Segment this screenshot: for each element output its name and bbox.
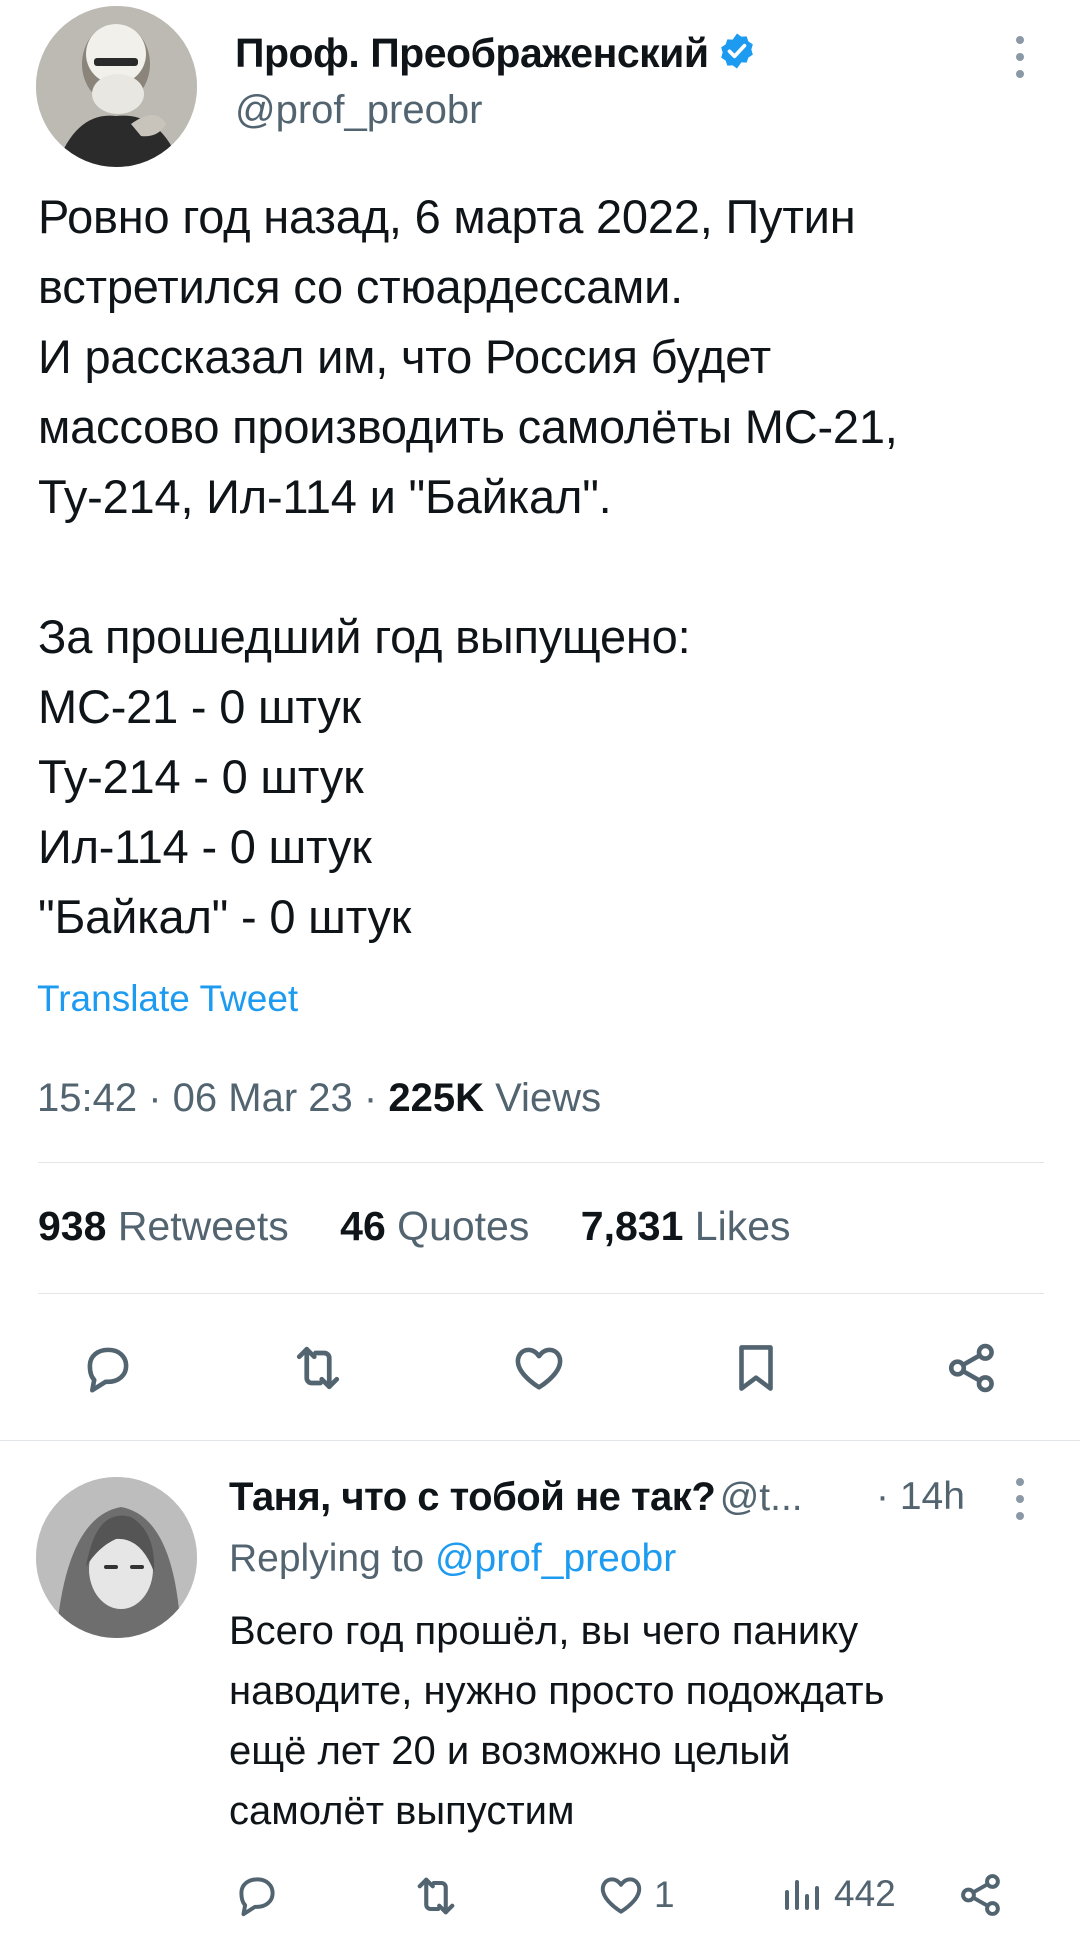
like-button[interactable] [503,1338,575,1398]
views-label: Views [495,1076,602,1120]
meta-separator: · [363,1076,389,1120]
reply-like-count: 1 [654,1874,675,1915]
reply-retweet-button[interactable] [410,1870,462,1922]
replying-to-label: Replying to [229,1537,425,1580]
tweet-meta: 15:42 · 06 Mar 23 · 225K Views [37,1076,601,1121]
verified-badge-icon [717,31,757,81]
reply-author-name[interactable]: Таня, что с тобой не так? [229,1475,716,1519]
tweet-time[interactable]: 15:42 [37,1076,137,1120]
more-options-icon[interactable] [1016,36,1028,78]
quotes-label: Quotes [397,1203,530,1249]
reply-header: Таня, что с тобой не так? @t... [229,1475,803,1520]
author-handle[interactable]: @prof_preobr [235,88,482,133]
retweets-count: 938 [38,1203,107,1249]
reply-views-count: 442 [834,1873,896,1914]
divider [38,1162,1044,1163]
reply-views-button[interactable]: 442 [778,1870,896,1918]
reply-button[interactable] [72,1338,144,1398]
meta-separator: · [148,1076,173,1120]
reply-more-options-icon[interactable] [1016,1478,1028,1520]
reply-icon [87,1347,129,1393]
reply-reply-button[interactable] [232,1870,282,1920]
retweet-icon [417,1877,455,1915]
share-button[interactable] [936,1338,1008,1398]
views-chart-icon [785,1880,819,1910]
like-icon [600,1877,642,1914]
share-icon [948,1343,994,1393]
likes-stat[interactable]: 7,831 Likes [581,1203,791,1249]
time-separator: · [876,1475,900,1518]
reply-like-button[interactable]: 1 [596,1870,675,1920]
views-count: 225K [388,1076,484,1120]
bookmark-icon [739,1345,773,1391]
translate-tweet-link[interactable]: Translate Tweet [37,978,298,1020]
reply-author-avatar[interactable] [36,1477,197,1638]
tweet-date[interactable]: 06 Mar 23 [173,1076,353,1120]
share-icon [961,1874,1000,1916]
replying-to: Replying to @prof_preobr [229,1537,676,1581]
likes-label: Likes [694,1203,791,1249]
reply-text: Всего год прошёл, вы чего панику наводит… [229,1609,885,1833]
retweet-icon [296,1346,340,1390]
reply-time-wrap: · 14h [876,1475,965,1519]
engagement-stats: 938 Retweets 46 Quotes 7,831 Likes [38,1203,831,1250]
retweet-button[interactable] [282,1338,354,1398]
quotes-count: 46 [340,1203,386,1249]
likes-count: 7,831 [580,1203,684,1249]
bookmark-button[interactable] [720,1338,792,1398]
divider [0,1440,1080,1441]
retweets-stat[interactable]: 938 Retweets [38,1203,289,1249]
reply-share-button[interactable] [956,1870,1006,1920]
retweets-label: Retweets [117,1203,289,1249]
reply-author-handle[interactable]: @t... [720,1476,803,1519]
tweet-text: Ровно год назад, 6 марта 2022, Путин вст… [38,190,898,943]
author-name[interactable]: Проф. Преображенский [235,30,757,81]
divider [38,1293,1044,1294]
like-icon [515,1347,563,1390]
reply-icon [239,1877,275,1917]
author-avatar[interactable] [36,6,197,167]
replying-to-mention[interactable]: @prof_preobr [435,1537,676,1580]
author-name-text[interactable]: Проф. Преображенский [235,30,709,76]
quotes-stat[interactable]: 46 Quotes [340,1203,529,1249]
reply-time[interactable]: 14h [900,1475,965,1518]
